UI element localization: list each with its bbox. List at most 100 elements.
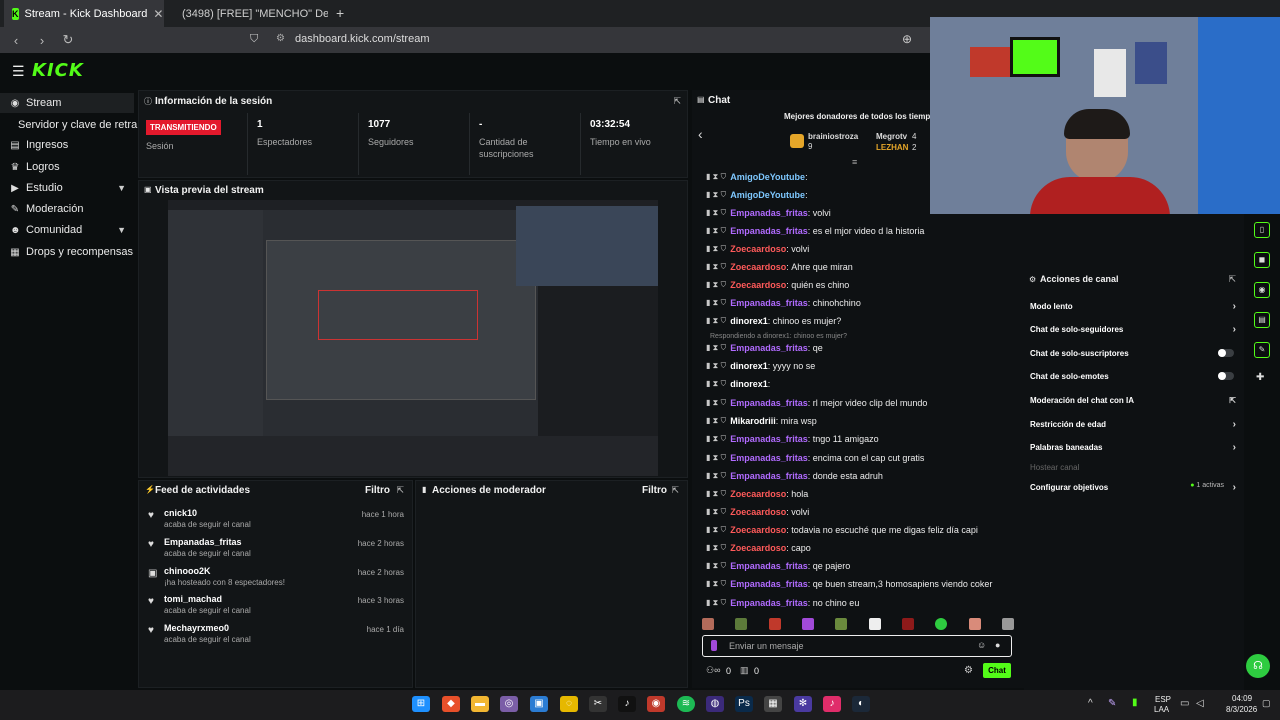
whatsapp-icon[interactable]: ◌	[560, 696, 578, 712]
mod-badges-icon[interactable]: ▮ ⧗ ⛉	[706, 208, 726, 218]
chat-username[interactable]: Empanadas_fritas	[730, 579, 808, 589]
chat-username[interactable]: Zoecaardoso	[730, 525, 786, 535]
mod-badges-icon[interactable]: ▮ ⧗ ⛉	[706, 579, 726, 589]
sidebar-item-drops[interactable]: ▦ Drops y recompensas	[0, 242, 134, 262]
photoshop-icon[interactable]: Ps	[735, 696, 753, 712]
site-info-icon[interactable]: ⚙	[276, 33, 285, 44]
assistant-icon[interactable]: ☊	[1246, 654, 1270, 678]
add-panel-icon[interactable]: ✚	[1256, 372, 1264, 383]
sidebar-item-server-key[interactable]: Servidor y clave de retransm	[0, 115, 158, 135]
zoom-icon[interactable]: ⊕	[902, 32, 912, 46]
language-code[interactable]: ESP	[1155, 695, 1171, 704]
feed-username[interactable]: cnick10	[164, 508, 197, 518]
chat-username[interactable]: Empanadas_fritas	[730, 434, 808, 444]
mic-icon[interactable]: ▮	[1132, 697, 1138, 708]
chat-panel-icon[interactable]: ◼	[1254, 252, 1270, 268]
app-icon[interactable]: ▦	[764, 696, 782, 712]
chat-username[interactable]: Empanadas_fritas	[730, 471, 808, 481]
chat-username[interactable]: Empanadas_fritas	[730, 561, 808, 571]
feed-username[interactable]: Mechayrxmeo0	[164, 623, 229, 633]
sidebar-item-stream[interactable]: ◉ Stream	[0, 93, 134, 113]
forward-icon[interactable]: ›	[32, 33, 52, 48]
pin-icon[interactable]: ≡	[852, 157, 857, 167]
mod-badges-icon[interactable]: ▮ ⧗ ⛉	[706, 172, 726, 182]
capcut-icon[interactable]: ✂	[589, 696, 607, 712]
mod-badges-icon[interactable]: ▮ ⧗ ⛉	[706, 379, 726, 389]
expand-icon[interactable]: ⇱	[1228, 274, 1236, 285]
emote-icon[interactable]	[702, 618, 714, 630]
chat-settings-icon[interactable]: ⚙	[964, 665, 973, 676]
explorer-icon[interactable]: ▬	[471, 696, 489, 712]
spotify-icon[interactable]: ≋	[677, 696, 695, 712]
mod-badges-icon[interactable]: ▮ ⧗ ⛉	[706, 280, 726, 290]
ai-moderation-item[interactable]: Moderación del chat con IA ⇱	[1030, 392, 1238, 408]
discord-icon[interactable]: ◎	[500, 696, 518, 712]
tray-app-icon[interactable]: ✎	[1108, 698, 1116, 709]
emote-picker-icon[interactable]: ☺	[977, 640, 986, 650]
filter-button[interactable]: Filtro	[642, 485, 667, 496]
mod-badges-icon[interactable]: ▮ ⧗ ⛉	[706, 262, 726, 272]
chat-username[interactable]: dinorex1	[730, 379, 768, 389]
sidebar-item-moderation[interactable]: ✎ Moderación	[0, 199, 134, 219]
feed-username[interactable]: tomi_machad	[164, 594, 222, 604]
chat-username[interactable]: Zoecaardoso	[730, 543, 786, 553]
mod-tools-icon[interactable]: ✎	[1254, 342, 1270, 358]
brave-icon[interactable]: ◆	[442, 696, 460, 712]
chat-input[interactable]: Enviar un mensaje	[729, 641, 804, 651]
mod-badges-icon[interactable]: ▮ ⧗ ⛉	[706, 343, 726, 353]
mod-badges-icon[interactable]: ▮ ⧗ ⛉	[706, 244, 726, 254]
filter-button[interactable]: Filtro	[365, 485, 390, 496]
mod-badges-icon[interactable]: ▮ ⧗ ⛉	[706, 453, 726, 463]
feed-username[interactable]: Empanadas_fritas	[164, 537, 242, 547]
close-tab-icon[interactable]: ✕	[153, 7, 163, 21]
emote-icon[interactable]	[868, 618, 881, 630]
mod-badges-icon[interactable]: ▮ ⧗ ⛉	[706, 543, 726, 553]
app-icon[interactable]: ◉	[647, 696, 665, 712]
mod-badges-icon[interactable]: ▮ ⧗ ⛉	[706, 316, 726, 326]
back-icon[interactable]: ‹	[6, 33, 26, 48]
reload-icon[interactable]: ↻	[58, 32, 78, 48]
mod-badges-icon[interactable]: ▮ ⧗ ⛉	[706, 190, 726, 200]
mod-badges-icon[interactable]: ▮ ⧗ ⛉	[706, 226, 726, 236]
stats-panel-icon[interactable]: ▤	[1254, 312, 1270, 328]
mod-badges-icon[interactable]: ▮ ⧗ ⛉	[706, 471, 726, 481]
chat-username[interactable]: AmigoDeYoutube	[730, 190, 805, 200]
chat-username[interactable]: Empanadas_fritas	[730, 298, 808, 308]
chat-username[interactable]: dinorex1	[730, 361, 768, 371]
banned-words-item[interactable]: Palabras baneadas ›	[1030, 439, 1238, 455]
app-icon[interactable]: ✻	[794, 696, 812, 712]
tiktok-studio-icon[interactable]: ♪	[823, 696, 841, 712]
obs-icon[interactable]: ◍	[706, 696, 724, 712]
chat-username[interactable]: Empanadas_fritas	[730, 208, 808, 218]
emote-icon[interactable]	[768, 618, 781, 630]
chat-username[interactable]: Empanadas_fritas	[730, 343, 808, 353]
kick-logo[interactable]: KICK	[32, 60, 84, 81]
chat-username[interactable]: Empanadas_fritas	[730, 398, 808, 408]
followers-only-item[interactable]: Chat de solo-seguidores ›	[1030, 321, 1238, 337]
settings-small-icon[interactable]: ●	[995, 640, 1000, 650]
goals-item[interactable]: Configurar objetivos ● 1 activas ›	[1030, 479, 1238, 495]
sidebar-item-achievements[interactable]: ♛ Logros	[0, 157, 134, 177]
emote-icon[interactable]	[901, 618, 914, 630]
mod-badges-icon[interactable]: ▮ ⧗ ⛉	[706, 561, 726, 571]
session-panel-icon[interactable]: ▯	[1254, 222, 1270, 238]
feed-username[interactable]: chinooo2K	[164, 566, 211, 576]
chat-input-box[interactable]: Enviar un mensaje ☺ ●	[702, 635, 1012, 657]
emote-icon[interactable]	[1001, 618, 1014, 630]
emote-icon[interactable]	[801, 618, 814, 630]
slow-mode-item[interactable]: Modo lento ›	[1030, 298, 1238, 314]
emote-icon[interactable]	[835, 618, 848, 630]
chat-username[interactable]: dinorex1	[730, 316, 768, 326]
emote-icon[interactable]	[968, 618, 981, 630]
subscribers-only-toggle[interactable]	[1218, 349, 1234, 357]
chat-username[interactable]: Zoecaardoso	[730, 262, 786, 272]
menu-icon[interactable]: ☰	[12, 63, 25, 80]
expand-icon[interactable]: ⇱	[396, 485, 404, 496]
chat-username[interactable]: Zoecaardoso	[730, 489, 786, 499]
new-tab-icon[interactable]: +	[336, 5, 344, 21]
photos-icon[interactable]: ▣	[530, 696, 548, 712]
mod-badges-icon[interactable]: ▮ ⧗ ⛉	[706, 361, 726, 371]
notification-icon[interactable]: ▢	[1262, 698, 1271, 709]
send-chat-button[interactable]: Chat	[983, 663, 1011, 678]
sidebar-item-community[interactable]: ☻ Comunidad ▼	[0, 220, 134, 240]
